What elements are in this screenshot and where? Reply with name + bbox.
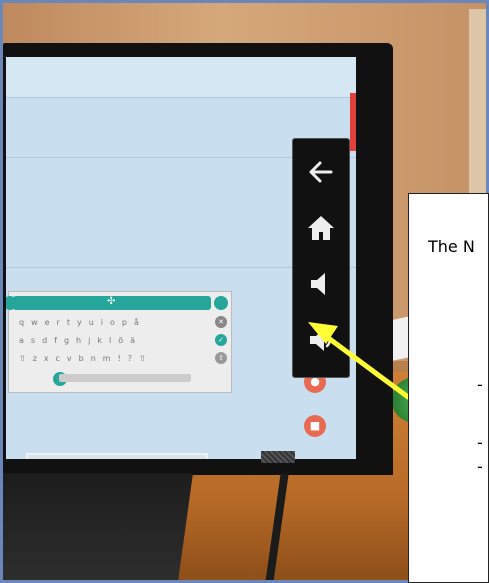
shift-icon[interactable]: ⇧ bbox=[215, 352, 227, 364]
monitor-stand bbox=[3, 473, 193, 580]
screen-divider bbox=[6, 97, 356, 98]
keyboard-row-2[interactable]: asdfghjklöä bbox=[19, 336, 142, 345]
keyboard-handle-right[interactable] bbox=[214, 296, 228, 310]
space-bar[interactable] bbox=[59, 374, 191, 382]
speaker-grille bbox=[261, 451, 295, 463]
backspace-icon[interactable]: ✕ bbox=[215, 316, 227, 328]
screen-header bbox=[6, 57, 356, 97]
back-arrow-icon bbox=[309, 161, 333, 183]
home-button[interactable] bbox=[301, 207, 341, 249]
onscreen-keyboard[interactable]: ✣ qwertyuiopå asdfghjklöä ⇧zxcvbnm!?⇧ ✕ … bbox=[6, 291, 232, 393]
lock-icon[interactable]: ■ bbox=[304, 415, 326, 437]
photo-frame: ✣ qwertyuiopå asdfghjklöä ⇧zxcvbnm!?⇧ ✕ … bbox=[0, 0, 489, 583]
red-edge-marker bbox=[350, 93, 356, 151]
callout-title: The N bbox=[428, 237, 475, 256]
callout-bullet: - bbox=[477, 375, 483, 394]
volume-down-button[interactable] bbox=[301, 263, 341, 305]
screen-reflection bbox=[26, 453, 208, 459]
keyboard-row-1[interactable]: qwertyuiopå bbox=[19, 318, 146, 327]
keyboard-row-3[interactable]: ⇧zxcvbnm!?⇧ bbox=[19, 354, 153, 363]
callout-bullet: - bbox=[477, 457, 483, 476]
enter-icon[interactable]: ✓ bbox=[215, 334, 227, 346]
home-icon bbox=[308, 216, 334, 240]
callout-bullet: - bbox=[477, 433, 483, 452]
keyboard-drag-bar[interactable]: ✣ bbox=[13, 296, 211, 310]
move-icon: ✣ bbox=[107, 296, 116, 307]
back-button[interactable] bbox=[301, 151, 341, 193]
volume-up-button[interactable] bbox=[301, 319, 341, 361]
side-navigation-bar bbox=[292, 138, 350, 378]
volume-down-icon bbox=[311, 273, 325, 295]
callout-box: The N - - - bbox=[408, 193, 489, 583]
volume-up-icon bbox=[310, 329, 331, 351]
